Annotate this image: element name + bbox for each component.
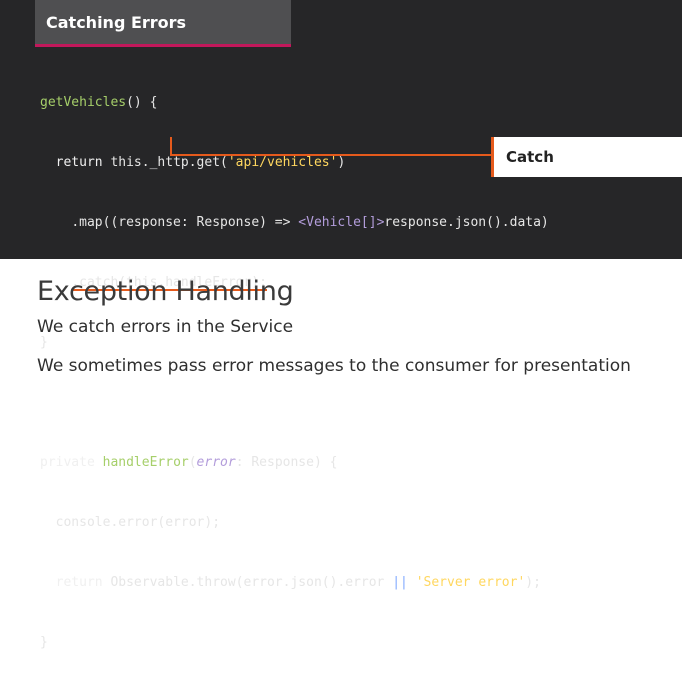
code-token: private <box>40 455 103 470</box>
code-token: error <box>196 455 236 470</box>
slide-title: Catching Errors <box>46 13 187 32</box>
code-token: } <box>40 335 48 350</box>
code-line: .map((response: Response) => <Vehicle[]>… <box>40 213 549 233</box>
code-token: getVehicles <box>40 95 127 110</box>
code-token: } <box>40 635 48 650</box>
code-panel: Catching Errors getVehicles() { return t… <box>0 0 682 650</box>
code-token: ); <box>525 575 541 590</box>
slide-title-tab: Catching Errors <box>35 0 291 47</box>
code-line: return Observable.throw(error.json().err… <box>40 573 549 593</box>
code-token: ( <box>188 455 197 470</box>
code-token: console.error(error); <box>55 515 221 530</box>
code-line: private handleError(error: Response) { <box>40 453 549 473</box>
bullet-point-2: We sometimes pass error messages to the … <box>37 356 631 376</box>
code-line: return this._http.get('api/vehicles') <box>40 153 549 173</box>
code-token: ) <box>337 155 346 170</box>
code-token: return <box>55 575 103 590</box>
code-token: || <box>392 575 408 590</box>
code-token: response.json().data) <box>384 215 549 230</box>
code-token: handleError <box>102 455 189 470</box>
code-token: .map((response: Response) => <box>71 215 299 230</box>
code-line: } <box>40 633 549 653</box>
code-token: 'api/vehicles' <box>227 155 338 170</box>
callout-connector-vertical <box>170 137 172 155</box>
code-token: <Vehicle[]> <box>298 215 385 230</box>
code-token: this._http.get( <box>102 155 228 170</box>
code-token: : Response) { <box>235 455 338 470</box>
code-token: return <box>55 155 103 170</box>
callout-connector-horizontal <box>170 154 492 156</box>
bullet-point-1: We catch errors in the Service <box>37 317 294 337</box>
code-token: 'Server error' <box>415 575 526 590</box>
callout-label: Catch <box>506 148 554 166</box>
code-token: () { <box>126 95 158 110</box>
catch-callout: Catch <box>491 137 682 177</box>
code-line: getVehicles() { <box>40 93 549 113</box>
code-line: console.error(error); <box>40 513 549 533</box>
section-heading: Exception Handling <box>37 276 294 307</box>
code-token: Observable.throw(error.json().error <box>102 575 393 590</box>
